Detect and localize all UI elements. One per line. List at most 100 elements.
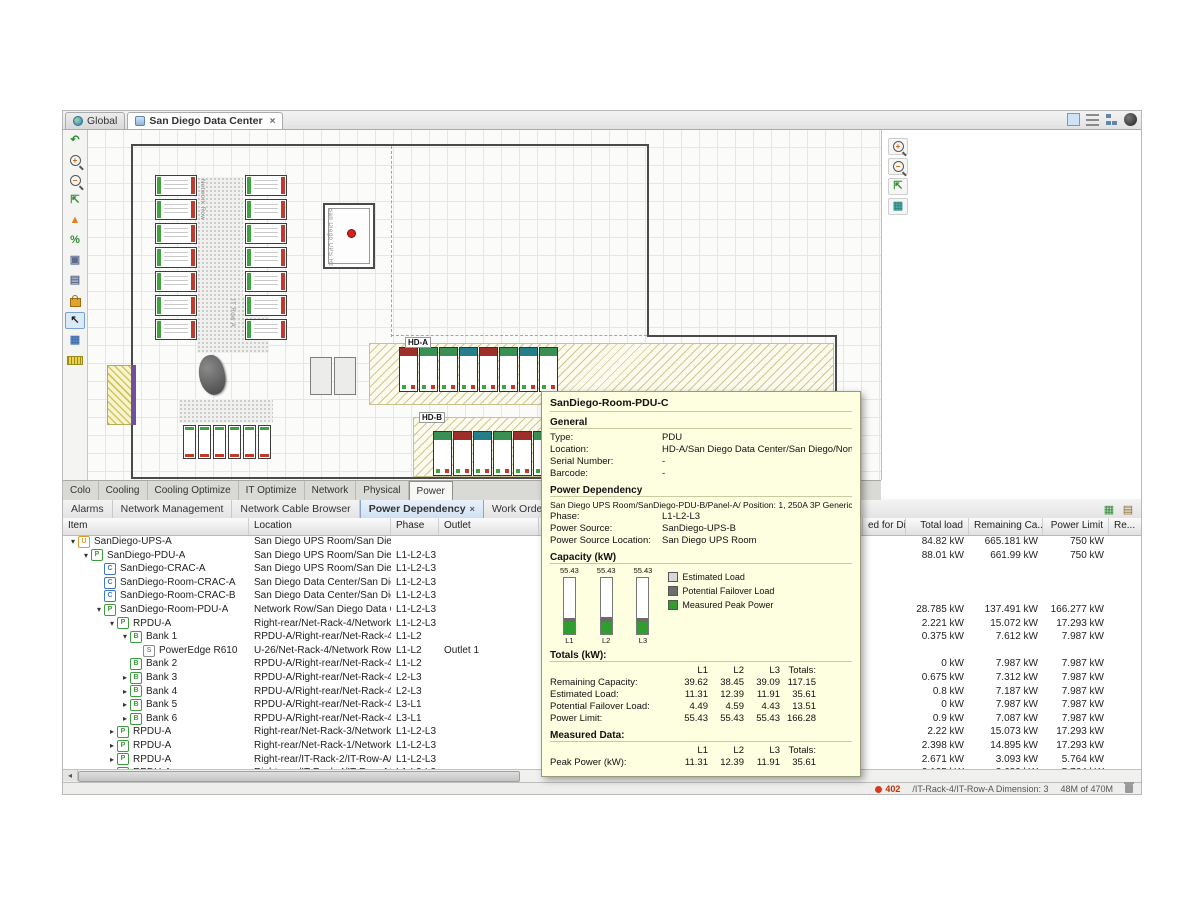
tree-collapse-icon[interactable]: ▾ [107,617,117,631]
canvas-tab-colo[interactable]: Colo [63,481,99,500]
undo-icon[interactable]: ↶ [65,132,85,149]
network-rack-icon[interactable] [245,175,287,196]
network-rack-icon[interactable] [245,295,287,316]
zoom-fit-icon[interactable]: ⇱ [888,178,908,195]
hd-cabinet-icon[interactable] [499,347,518,392]
hd-cabinet-icon[interactable] [493,431,512,476]
network-rack-icon[interactable] [155,247,197,268]
it-rack-icon[interactable] [198,425,211,459]
zoom-in-icon[interactable]: + [65,152,85,169]
it-rack-icon[interactable] [183,425,196,459]
grid-icon[interactable]: ▦ [65,332,85,349]
editor-tab-san-diego-data-center[interactable]: San Diego Data Center× [127,112,283,129]
hd-cabinet-icon[interactable] [539,347,558,392]
tree-expand-icon[interactable]: ▸ [120,712,130,726]
canvas-tab-it-optimize[interactable]: IT Optimize [239,481,305,500]
network-rack-icon[interactable] [155,319,197,340]
panel-tab-network-management[interactable]: Network Management [113,499,233,518]
hd-cabinet-icon[interactable] [433,431,452,476]
hd-cabinet-icon[interactable] [479,347,498,392]
panel-tab-network-cable-browser[interactable]: Network Cable Browser [232,499,359,518]
network-rack-icon[interactable] [155,175,197,196]
column-header-ed-for-di[interactable]: ed for Di... [863,518,906,535]
tree-expand-icon[interactable]: ▸ [107,753,117,767]
extra-cell [1109,562,1141,576]
cabinet-object[interactable] [310,357,332,395]
column-header-total-load[interactable]: Total load [906,518,969,535]
editor-tab-global[interactable]: Global [65,112,125,129]
column-header-remaining-ca[interactable]: Remaining Ca... [969,518,1043,535]
network-rack-icon[interactable] [245,199,287,220]
hd-cabinet-icon[interactable] [399,347,418,392]
hierarchy-icon[interactable] [1105,113,1118,126]
hd-cabinet-icon[interactable] [473,431,492,476]
garbage-collect-icon[interactable] [1125,784,1133,793]
table-view-icon[interactable]: ▦ [1102,502,1116,516]
view-menu-icon[interactable] [1086,114,1099,127]
network-rack-icon[interactable] [155,199,197,220]
copy-view-icon[interactable]: ▣ [65,252,85,269]
network-rack-icon[interactable] [155,223,197,244]
hd-cabinet-icon[interactable] [459,347,478,392]
network-rack-icon[interactable] [155,295,197,316]
canvas-tab-cooling[interactable]: Cooling [99,481,148,500]
it-rack-icon[interactable] [243,425,256,459]
cabinet-object[interactable] [334,357,356,395]
tree-expand-icon[interactable]: ▸ [107,739,117,753]
close-icon[interactable]: × [470,504,475,514]
alarm-count[interactable]: 402 [875,784,900,794]
zoom-fit-icon[interactable]: ⇱ [65,192,85,209]
layout-grid-icon[interactable]: ▦ [888,198,908,215]
bank-icon: B [130,685,142,697]
scrollbar-thumb[interactable] [78,771,520,782]
tree-expand-icon[interactable]: ▸ [120,698,130,712]
canvas-tab-physical[interactable]: Physical [356,481,408,500]
tree-collapse-icon[interactable]: ▾ [68,535,78,549]
network-rack-icon[interactable] [245,271,287,292]
statue-object[interactable] [194,352,229,397]
network-rack-icon[interactable] [245,319,287,340]
hd-cabinet-icon[interactable] [519,347,538,392]
scale-icon[interactable]: % [65,232,85,249]
network-rack-icon[interactable] [155,271,197,292]
tree-collapse-icon[interactable]: ▾ [120,630,130,644]
canvas-tab-cooling-optimize[interactable]: Cooling Optimize [148,481,239,500]
measure-icon[interactable] [65,352,85,369]
restore-panel-icon[interactable] [1067,113,1080,126]
layers-icon[interactable]: ▤ [65,272,85,289]
pointer-icon[interactable]: ↖ [65,312,85,329]
canvas-tab-power[interactable]: Power [409,481,453,500]
lock-icon[interactable] [65,292,85,309]
scroll-left-button[interactable]: ◂ [63,770,78,781]
canvas-tab-network[interactable]: Network [305,481,357,500]
panel-tab-alarms[interactable]: Alarms [63,499,113,518]
hd-cabinet-icon[interactable] [453,431,472,476]
column-header-power-limit[interactable]: Power Limit [1043,518,1109,535]
globe-dark-icon[interactable] [1124,113,1137,126]
it-rack-icon[interactable] [228,425,241,459]
tree-collapse-icon[interactable]: ▾ [81,549,91,563]
hd-cabinet-icon[interactable] [419,347,438,392]
zoom-in-icon[interactable]: + [888,138,908,155]
close-icon[interactable]: × [270,116,276,127]
zoom-out-icon[interactable]: − [65,172,85,189]
hd-cabinet-icon[interactable] [513,431,532,476]
column-header-item[interactable]: Item [63,518,249,535]
column-header-re[interactable]: Re... [1109,518,1141,535]
it-rack-icon[interactable] [258,425,271,459]
column-header-phase[interactable]: Phase [391,518,439,535]
network-rack-icon[interactable] [245,223,287,244]
zoom-out-icon[interactable]: − [888,158,908,175]
panel-tab-power-dependency[interactable]: Power Dependency× [360,498,484,518]
hd-cabinet-icon[interactable] [439,347,458,392]
export-icon[interactable]: ▤ [1121,502,1135,516]
column-header-location[interactable]: Location [249,518,391,535]
tree-expand-icon[interactable]: ▸ [107,725,117,739]
tree-expand-icon[interactable]: ▸ [120,671,130,685]
tree-expand-icon[interactable]: ▸ [120,685,130,699]
it-rack-icon[interactable] [213,425,226,459]
warning-cone-icon[interactable]: ▲ [65,212,85,229]
network-rack-icon[interactable] [245,247,287,268]
column-header-outlet[interactable]: Outlet [439,518,539,535]
tree-collapse-icon[interactable]: ▾ [94,603,104,617]
